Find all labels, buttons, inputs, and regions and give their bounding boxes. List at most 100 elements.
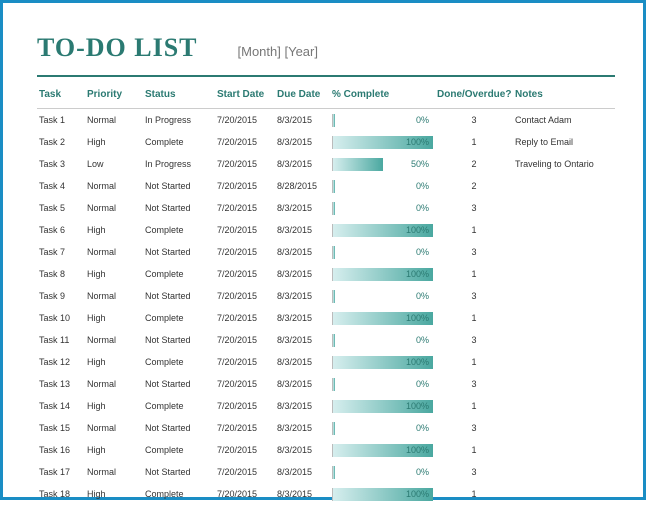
cell-due: 8/3/2015: [275, 197, 330, 219]
pct-databar: 0%: [332, 202, 433, 215]
cell-notes: [513, 241, 615, 263]
cell-due: 8/3/2015: [275, 307, 330, 329]
table-body: Task 1NormalIn Progress7/20/20158/3/2015…: [37, 109, 615, 506]
cell-notes: [513, 395, 615, 417]
cell-done: 1: [435, 307, 513, 329]
pct-databar: 100%: [332, 224, 433, 237]
cell-due: 8/3/2015: [275, 219, 330, 241]
cell-due: 8/3/2015: [275, 373, 330, 395]
cell-task: Task 11: [37, 329, 85, 351]
cell-done: 3: [435, 197, 513, 219]
pct-bar-fill: [333, 246, 335, 259]
cell-due: 8/3/2015: [275, 153, 330, 175]
cell-due: 8/3/2015: [275, 483, 330, 505]
cell-done: 1: [435, 395, 513, 417]
cell-task: Task 14: [37, 395, 85, 417]
cell-status: Not Started: [143, 241, 215, 263]
cell-due: 8/3/2015: [275, 439, 330, 461]
cell-due: 8/3/2015: [275, 109, 330, 132]
cell-status: Complete: [143, 131, 215, 153]
cell-task: Task 2: [37, 131, 85, 153]
cell-priority: Normal: [85, 241, 143, 263]
pct-bar-fill: [333, 290, 335, 303]
cell-task: Task 7: [37, 241, 85, 263]
table-row: Task 1NormalIn Progress7/20/20158/3/2015…: [37, 109, 615, 132]
cell-task: Task 10: [37, 307, 85, 329]
cell-start: 7/20/2015: [215, 219, 275, 241]
pct-databar: 50%: [332, 158, 433, 171]
cell-pct: 100%: [330, 219, 435, 241]
pct-label: 0%: [416, 246, 429, 259]
cell-priority: Normal: [85, 197, 143, 219]
table-row: Task 9NormalNot Started7/20/20158/3/2015…: [37, 285, 615, 307]
cell-start: 7/20/2015: [215, 373, 275, 395]
title-divider: [37, 75, 615, 77]
cell-pct: 100%: [330, 483, 435, 505]
cell-priority: Normal: [85, 461, 143, 483]
cell-priority: Normal: [85, 109, 143, 132]
cell-status: Not Started: [143, 285, 215, 307]
cell-priority: Low: [85, 153, 143, 175]
cell-priority: High: [85, 351, 143, 373]
cell-start: 7/20/2015: [215, 329, 275, 351]
cell-done: 1: [435, 351, 513, 373]
table-row: Task 8HighComplete7/20/20158/3/2015100%1: [37, 263, 615, 285]
cell-notes: [513, 197, 615, 219]
table-row: Task 12HighComplete7/20/20158/3/2015100%…: [37, 351, 615, 373]
cell-priority: High: [85, 219, 143, 241]
cell-task: Task 6: [37, 219, 85, 241]
table-row: Task 15NormalNot Started7/20/20158/3/201…: [37, 417, 615, 439]
cell-start: 7/20/2015: [215, 241, 275, 263]
cell-status: Complete: [143, 351, 215, 373]
pct-databar: 100%: [332, 356, 433, 369]
cell-start: 7/20/2015: [215, 395, 275, 417]
cell-done: 1: [435, 263, 513, 285]
col-header-done: Done/Overdue?: [435, 81, 513, 109]
cell-start: 7/20/2015: [215, 153, 275, 175]
cell-status: Not Started: [143, 417, 215, 439]
cell-priority: High: [85, 483, 143, 505]
pct-label: 100%: [406, 400, 429, 413]
cell-status: Not Started: [143, 197, 215, 219]
cell-pct: 0%: [330, 329, 435, 351]
table-row: Task 10HighComplete7/20/20158/3/2015100%…: [37, 307, 615, 329]
cell-status: Complete: [143, 263, 215, 285]
pct-label: 0%: [416, 202, 429, 215]
cell-done: 3: [435, 285, 513, 307]
pct-label: 0%: [416, 180, 429, 193]
cell-due: 8/3/2015: [275, 285, 330, 307]
cell-notes: [513, 373, 615, 395]
cell-task: Task 15: [37, 417, 85, 439]
col-header-pct: % Complete: [330, 81, 435, 109]
table-row: Task 11NormalNot Started7/20/20158/3/201…: [37, 329, 615, 351]
pct-label: 0%: [416, 466, 429, 479]
pct-label: 0%: [416, 422, 429, 435]
pct-label: 100%: [406, 224, 429, 237]
pct-databar: 100%: [332, 312, 433, 325]
cell-task: Task 5: [37, 197, 85, 219]
pct-databar: 0%: [332, 290, 433, 303]
cell-done: 3: [435, 461, 513, 483]
cell-due: 8/3/2015: [275, 263, 330, 285]
col-header-priority: Priority: [85, 81, 143, 109]
cell-pct: 100%: [330, 439, 435, 461]
pct-databar: 100%: [332, 488, 433, 501]
table-row: Task 17NormalNot Started7/20/20158/3/201…: [37, 461, 615, 483]
col-header-due: Due Date: [275, 81, 330, 109]
cell-start: 7/20/2015: [215, 307, 275, 329]
cell-due: 8/3/2015: [275, 351, 330, 373]
page-subtitle: [Month] [Year]: [238, 44, 318, 59]
pct-label: 0%: [416, 114, 429, 127]
pct-databar: 0%: [332, 422, 433, 435]
cell-task: Task 3: [37, 153, 85, 175]
cell-notes: [513, 461, 615, 483]
worksheet: TO-DO LIST [Month] [Year] Task Priority …: [3, 3, 643, 515]
cell-done: 3: [435, 417, 513, 439]
cell-done: 3: [435, 241, 513, 263]
table-row: Task 2HighComplete7/20/20158/3/2015100%1…: [37, 131, 615, 153]
cell-pct: 0%: [330, 197, 435, 219]
cell-notes: [513, 263, 615, 285]
pct-databar: 100%: [332, 444, 433, 457]
cell-notes: [513, 307, 615, 329]
table-row: Task 4NormalNot Started7/20/20158/28/201…: [37, 175, 615, 197]
